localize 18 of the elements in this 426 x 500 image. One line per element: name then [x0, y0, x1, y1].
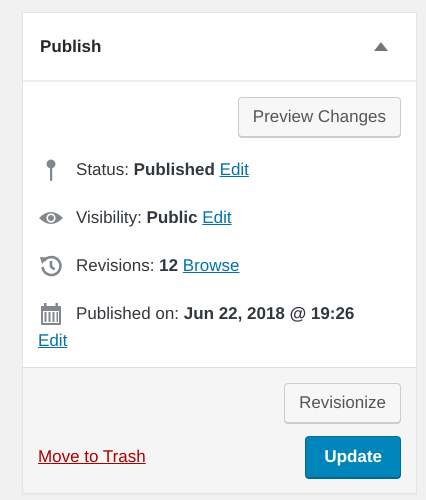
history-icon: [38, 254, 64, 278]
revisionize-button[interactable]: Revisionize: [284, 383, 401, 423]
toggle-icon[interactable]: [374, 42, 388, 51]
browse-link[interactable]: Browse: [182, 256, 240, 274]
edit-link[interactable]: Edit: [202, 208, 232, 226]
update-button[interactable]: Update: [305, 436, 401, 478]
calendar-icon: [38, 302, 64, 326]
eye-icon: [38, 210, 64, 226]
panel-title: Publish: [40, 36, 102, 56]
move-to-trash-link[interactable]: Move to Trash: [38, 447, 146, 467]
revisions-text: Revisions: 12 Browse: [76, 256, 240, 276]
edit-link[interactable]: Edit: [38, 331, 68, 350]
edit-link[interactable]: Edit: [220, 160, 249, 178]
preview-changes-button[interactable]: Preview Changes: [238, 97, 401, 137]
pin-icon: [45, 158, 57, 180]
visibility-text: Visibility: Public Edit: [76, 208, 232, 228]
date-text: Published on: Jun 22, 2018 @ 19:26: [76, 304, 354, 324]
status-text: Status: Published Edit: [76, 160, 249, 180]
